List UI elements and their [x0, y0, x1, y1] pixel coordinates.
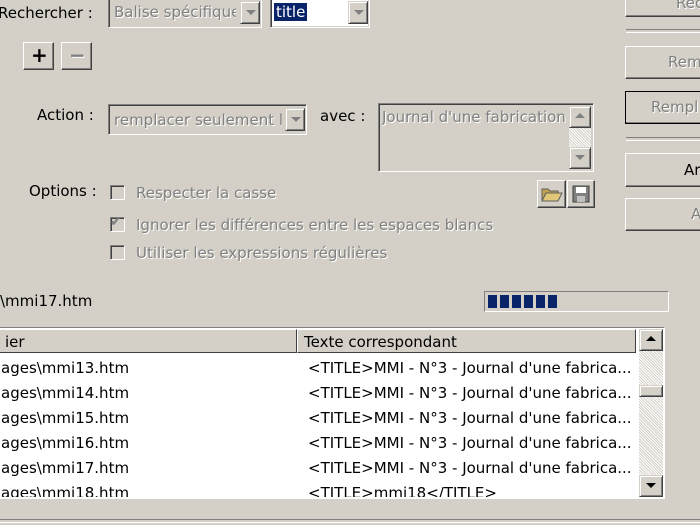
replace-button-label: Rem — [668, 53, 700, 71]
options-label: Options : — [29, 182, 97, 200]
help-button-label: A — [691, 205, 700, 223]
floppy-disk-icon — [572, 185, 590, 203]
table-row[interactable]: ages\mmi13.htm <TITLE>MMI - N°3 - Journal… — [0, 357, 638, 382]
chevron-down-icon — [291, 117, 301, 122]
ignore-whitespace-label: Ignorer les différences entre les espace… — [136, 216, 494, 234]
regex-checkbox[interactable] — [110, 245, 125, 260]
row-file: ages\mmi17.htm — [1, 459, 130, 477]
results-rows: ages\mmi13.htm <TITLE>MMI - N°3 - Journal… — [0, 357, 638, 497]
progress-block — [536, 295, 545, 308]
replace-all-button[interactable]: Rempl — [625, 91, 700, 124]
progress-block — [524, 295, 533, 308]
row-file: ages\mmi14.htm — [1, 384, 130, 402]
scroll-down-button[interactable] — [569, 147, 591, 169]
table-row[interactable]: ages\mmi14.htm <TITLE>MMI - N°3 - Journal… — [0, 382, 638, 407]
row-file: ages\mmi16.htm — [1, 434, 130, 452]
top-separator — [626, 29, 700, 33]
scroll-up-button[interactable] — [639, 329, 663, 351]
action-dropdown-button[interactable] — [285, 108, 305, 131]
row-file: ages\mmi13.htm — [1, 359, 130, 377]
regex-label: Utiliser les expressions régulières — [136, 244, 388, 262]
search-type-value: Balise spécifique — [114, 3, 236, 21]
remove-criterion-button[interactable]: − — [61, 42, 92, 70]
table-row[interactable]: ages\mmi16.htm <TITLE>MMI - N°3 - Journal… — [0, 432, 638, 457]
scroll-down-button[interactable] — [639, 475, 663, 497]
search-type-combo[interactable]: Balise spécifique — [108, 0, 262, 28]
checkmark-icon: ✔ — [110, 214, 122, 230]
progress-block — [500, 295, 509, 308]
replacement-value: Journal d'une fabrication — [382, 108, 566, 126]
row-match-text: <TITLE>MMI - N°3 - Journal d'une fabrica… — [308, 409, 632, 427]
row-match-text: <TITLE>MMI - N°3 - Journal d'une fabrica… — [308, 459, 632, 477]
with-label: avec : — [320, 107, 366, 125]
tag-dropdown-button[interactable] — [348, 1, 368, 24]
help-button[interactable]: A — [625, 198, 700, 231]
search-button[interactable]: Recher — [625, 0, 700, 17]
match-case-checkbox[interactable] — [110, 185, 125, 200]
chevron-up-icon — [646, 336, 656, 341]
chevron-down-icon — [575, 155, 585, 160]
search-type-dropdown-button[interactable] — [240, 1, 260, 24]
save-query-button[interactable] — [567, 180, 595, 208]
column-header-match[interactable]: Texte correspondant — [297, 329, 636, 353]
search-progress-bar — [484, 291, 669, 312]
cancel-button-label: Ar — [684, 161, 700, 179]
tag-combo[interactable]: title — [270, 0, 370, 28]
scroll-thumb[interactable] — [639, 385, 663, 397]
chevron-down-icon — [354, 10, 364, 15]
row-match-text: <TITLE>MMI - N°3 - Journal d'une fabrica… — [308, 434, 632, 452]
table-row[interactable]: ages\mmi15.htm <TITLE>MMI - N°3 - Journal… — [0, 407, 638, 432]
folder-open-icon — [541, 188, 563, 202]
add-criterion-button[interactable]: + — [23, 42, 54, 70]
search-label: Rechercher : — [0, 4, 93, 22]
bottom-separator — [0, 519, 700, 523]
current-file-path: \mmi17.htm — [0, 292, 93, 310]
replace-button[interactable]: Rem — [625, 46, 700, 79]
table-row[interactable]: ages\mmi17.htm <TITLE>MMI - N°3 - Journal… — [0, 457, 638, 482]
middle-separator — [626, 137, 700, 141]
action-combo[interactable]: remplacer seulement le — [108, 104, 307, 135]
table-row[interactable]: ages\mmi18.htm <TITLE>mmi18</TITLE> — [0, 482, 638, 497]
match-case-label: Respecter la casse — [136, 184, 277, 202]
row-match-text: <TITLE>MMI - N°3 - Journal d'une fabrica… — [308, 359, 632, 377]
progress-block — [512, 295, 521, 308]
row-match-text: <TITLE>mmi18</TITLE> — [308, 484, 497, 497]
results-list[interactable]: ier Texte correspondant ages\mmi13.htm <T… — [0, 327, 665, 499]
scroll-up-button[interactable] — [569, 106, 591, 128]
action-value: remplacer seulement le — [114, 111, 282, 129]
action-label: Action : — [37, 106, 94, 124]
replacement-scrollbar[interactable] — [569, 106, 591, 169]
progress-block — [488, 295, 497, 308]
row-match-text: <TITLE>MMI - N°3 - Journal d'une fabrica… — [308, 384, 632, 402]
tag-value[interactable]: title — [274, 3, 308, 21]
chevron-down-icon — [246, 10, 256, 15]
column-header-match-label: Texte correspondant — [304, 333, 457, 351]
open-query-button[interactable] — [537, 180, 566, 208]
progress-block — [548, 295, 557, 308]
plus-icon: + — [31, 43, 48, 67]
ignore-whitespace-checkbox[interactable]: ✔ — [110, 214, 125, 232]
results-scrollbar[interactable] — [639, 329, 663, 497]
row-file: ages\mmi18.htm — [1, 484, 130, 497]
chevron-down-icon — [646, 483, 656, 488]
minus-icon: − — [69, 43, 86, 67]
chevron-up-icon — [575, 113, 585, 118]
column-header-file[interactable]: ier — [0, 329, 297, 353]
column-header-file-label: ier — [5, 333, 25, 351]
row-file: ages\mmi15.htm — [1, 409, 130, 427]
search-button-label: Recher — [676, 0, 700, 12]
cancel-button[interactable]: Ar — [625, 153, 700, 187]
replace-all-button-label: Rempl — [651, 98, 699, 116]
replacement-textarea[interactable]: Journal d'une fabrication — [378, 103, 594, 172]
